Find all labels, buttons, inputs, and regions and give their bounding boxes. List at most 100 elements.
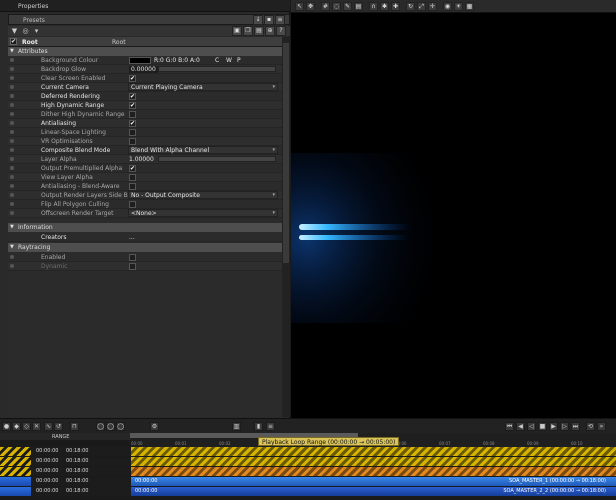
property-checkbox[interactable]: [129, 174, 136, 181]
paint-icon[interactable]: ✎: [343, 2, 352, 11]
color-mode-button[interactable]: P: [237, 57, 241, 64]
loop-icon[interactable]: ↺: [54, 422, 63, 431]
keyframe-dot-icon[interactable]: [10, 139, 14, 143]
go-end-icon[interactable]: ⏭: [571, 422, 580, 431]
keyframe-dot-icon[interactable]: [10, 175, 14, 179]
property-row[interactable]: Dither High Dynamic Range: [8, 110, 282, 119]
key-add-icon[interactable]: ◇: [22, 422, 31, 431]
property-row[interactable]: Linear-Space Lighting: [8, 128, 282, 137]
keyframe-dot-icon[interactable]: [10, 85, 14, 89]
pin-icon[interactable]: ✱: [380, 2, 389, 11]
track-end-time[interactable]: 00:18:00: [66, 458, 88, 464]
keyframe-dot-icon[interactable]: [10, 193, 14, 197]
property-checkbox[interactable]: ✔: [129, 75, 136, 82]
track-start-time[interactable]: 00:00:00: [36, 458, 58, 464]
track-end-time[interactable]: 00:18:00: [66, 448, 88, 454]
keyframe-dot-icon[interactable]: [10, 202, 14, 206]
step-back-icon[interactable]: ◀: [516, 422, 525, 431]
property-dropdown[interactable]: <None> ▾: [128, 209, 278, 217]
property-row[interactable]: Antialiasing ✔: [8, 119, 282, 128]
timeline-track[interactable]: 00:00:00 00:18:00: [0, 467, 616, 476]
select-tool-icon[interactable]: ↖: [295, 2, 304, 11]
key-delete-icon[interactable]: ✕: [32, 422, 41, 431]
timeline-clip[interactable]: 00:00:00 SOA_MASTER_1 (00:00:00 → 00:18:0…: [131, 477, 616, 486]
property-checkbox[interactable]: ✔: [129, 120, 136, 127]
track-header[interactable]: 00:00:00 00:18:00: [0, 487, 131, 496]
light-icon[interactable]: ☀: [454, 2, 463, 11]
step-forward-icon[interactable]: ▷: [560, 422, 569, 431]
keyframe-dot-icon[interactable]: [10, 148, 14, 152]
play-icon[interactable]: ▶: [549, 422, 558, 431]
property-row[interactable]: Layer Alpha 1.00000: [8, 155, 282, 164]
snap-icon[interactable]: ⊓: [70, 422, 79, 431]
property-checkbox[interactable]: [129, 201, 136, 208]
go-start-icon[interactable]: ⏮: [505, 422, 514, 431]
copy-icon[interactable]: ❐: [243, 26, 253, 36]
keyframe-dot-icon[interactable]: [10, 67, 14, 71]
track-end-time[interactable]: 00:18:00: [66, 478, 88, 484]
track-end-time[interactable]: 00:18:00: [66, 488, 88, 494]
section-raytracing[interactable]: ▼ Raytracing: [8, 243, 282, 252]
track-start-time[interactable]: 00:00:00: [36, 478, 58, 484]
track-header[interactable]: 00:00:00 00:18:00: [0, 467, 131, 476]
property-checkbox[interactable]: [129, 111, 136, 118]
expand-icon[interactable]: ⊕: [265, 26, 275, 36]
property-checkbox[interactable]: [129, 183, 136, 190]
help-icon[interactable]: ?: [276, 26, 286, 36]
property-row-dynamic[interactable]: Dynamic: [8, 262, 282, 271]
property-dropdown[interactable]: No - Output Composite ▾: [128, 191, 278, 199]
stack-icon[interactable]: ▤: [354, 2, 363, 11]
keyframe-dot-icon[interactable]: [10, 130, 14, 134]
property-slider[interactable]: [158, 156, 276, 162]
property-row[interactable]: Output Render Layers Side By Side No - Ou…: [8, 191, 282, 200]
property-checkbox[interactable]: [129, 263, 136, 270]
paste-icon[interactable]: ▤: [254, 26, 264, 36]
red-circle-icon[interactable]: ◯: [106, 422, 115, 431]
timeline-track[interactable]: 00:00:00 00:18:00: [0, 457, 616, 466]
magnet-icon[interactable]: ∩: [369, 2, 378, 11]
track-header[interactable]: 00:00:00 00:18:00: [0, 477, 131, 486]
grid-icon[interactable]: #: [321, 2, 330, 11]
property-row[interactable]: Clear Screen Enabled ✔: [8, 74, 282, 83]
property-row[interactable]: Current Camera Current Playing Camera ▾: [8, 83, 282, 92]
keyframe-dot-icon[interactable]: [10, 211, 14, 215]
track-end-time[interactable]: 00:18:00: [66, 468, 88, 474]
track-header[interactable]: 00:00:00 00:18:00: [0, 457, 131, 466]
timeline-track[interactable]: 00:00:00 00:18:00 00:00:00 SOA_MASTER_1 (00…: [0, 477, 616, 486]
property-checkbox[interactable]: [129, 254, 136, 261]
color-mode-button[interactable]: C: [215, 57, 219, 64]
property-slider[interactable]: [158, 66, 276, 72]
property-checkbox[interactable]: ✔: [129, 93, 136, 100]
play-reverse-icon[interactable]: ◁: [527, 422, 536, 431]
property-checkbox[interactable]: ✔: [129, 165, 136, 172]
property-row[interactable]: Background Colour R:0 G:0 B:0 A:0 C W P: [8, 56, 282, 65]
download-icon[interactable]: ↓: [253, 15, 263, 25]
property-row-enabled[interactable]: Enabled: [8, 253, 282, 262]
property-row-creators[interactable]: Creators ...: [8, 233, 282, 242]
property-row[interactable]: Flip All Polygon Culling: [8, 200, 282, 209]
root-row[interactable]: ✔ Root Root: [8, 37, 282, 47]
track-start-time[interactable]: 00:00:00: [36, 488, 58, 494]
track-start-time[interactable]: 00:00:00: [36, 468, 58, 474]
wireframe-icon[interactable]: ▦: [465, 2, 474, 11]
property-row[interactable]: View Layer Alpha: [8, 173, 282, 182]
red-circle-icon[interactable]: ◯: [96, 422, 105, 431]
viewport[interactable]: [291, 13, 616, 418]
property-value[interactable]: 0.00000: [129, 66, 158, 73]
settings-icon[interactable]: ⚙: [150, 422, 159, 431]
property-checkbox[interactable]: [129, 138, 136, 145]
property-row[interactable]: Antialiasing - Blend-Aware: [8, 182, 282, 191]
stop-icon[interactable]: ■: [538, 422, 547, 431]
gizmo-icon[interactable]: ✚: [391, 2, 400, 11]
camera-icon[interactable]: ◉: [443, 2, 452, 11]
property-row[interactable]: Backdrop Glow 0.00000: [8, 65, 282, 74]
property-row[interactable]: Output Premultiplied Alpha ✔: [8, 164, 282, 173]
list-icon[interactable]: ≡: [266, 422, 275, 431]
property-checkbox[interactable]: ✔: [129, 102, 136, 109]
move-tool-icon[interactable]: ✥: [306, 2, 315, 11]
root-enable-checkbox[interactable]: ✔: [10, 38, 17, 45]
property-dropdown[interactable]: Current Playing Camera ▾: [128, 83, 278, 91]
property-dropdown[interactable]: Blend With Alpha Channel ▾: [128, 146, 278, 154]
record-icon[interactable]: ●: [2, 422, 11, 431]
timeline-clip[interactable]: [131, 467, 616, 476]
